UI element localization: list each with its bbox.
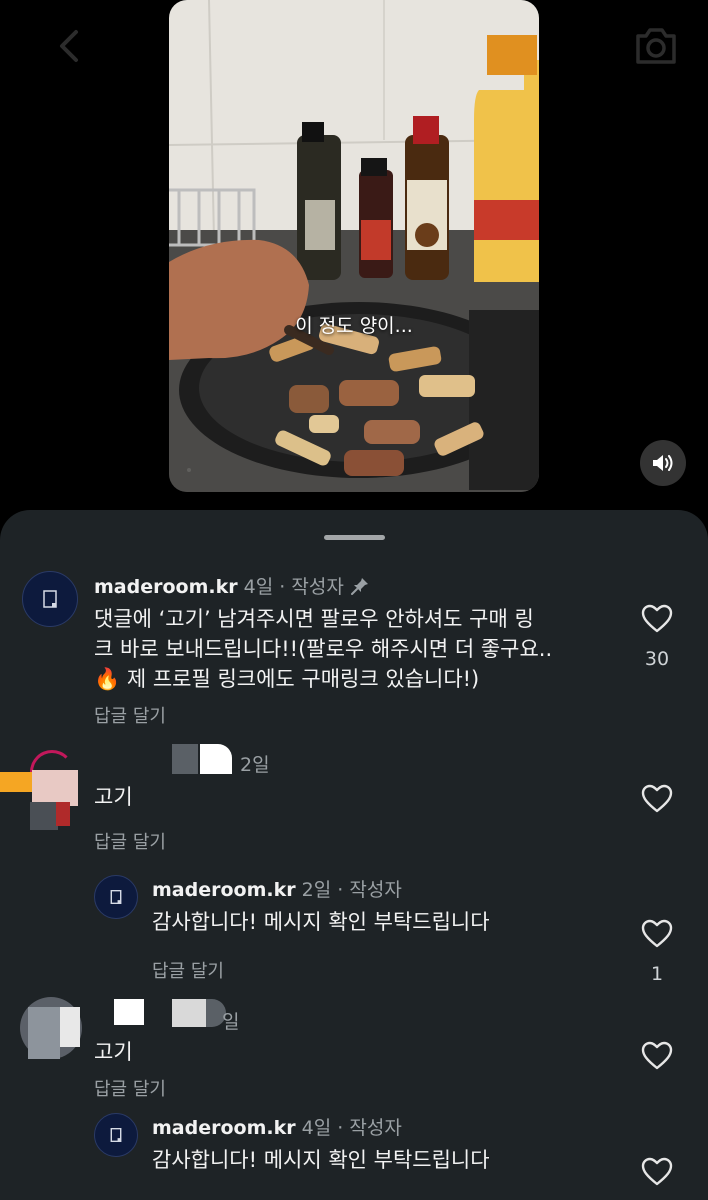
back-button[interactable] — [54, 28, 84, 64]
comment-meta: maderoom.kr 4일 · 작성자 — [152, 1113, 402, 1140]
speaker-icon — [653, 455, 673, 471]
redacted-username — [114, 999, 226, 1029]
video-caption: 이 정도 양이... — [295, 315, 413, 337]
username[interactable]: maderoom.kr — [152, 879, 296, 901]
comment-meta: 2일 — [240, 750, 270, 777]
heart-icon[interactable] — [641, 1157, 673, 1187]
heart-icon[interactable] — [641, 604, 673, 634]
cooking-video-frame — [169, 0, 539, 492]
camera-button[interactable] — [632, 24, 680, 66]
separator-dot: · — [337, 1117, 344, 1139]
separator-dot: · — [279, 576, 286, 598]
avatar[interactable] — [94, 1113, 138, 1157]
author-label: 작성자 — [349, 1117, 402, 1139]
reply-button[interactable]: 답글 달기 — [94, 702, 166, 728]
author-label: 작성자 — [349, 879, 402, 901]
reply-button[interactable]: 답글 달기 — [94, 828, 166, 854]
comment-meta: maderoom.kr 2일 · 작성자 — [152, 875, 402, 902]
mute-button[interactable] — [640, 440, 686, 486]
avatar[interactable] — [22, 571, 78, 627]
brand-logo-icon — [110, 1128, 122, 1142]
comment-text: 고기 — [94, 1040, 133, 1064]
camera-icon — [636, 28, 676, 64]
comment-item: 일 고기 답글 달기 — [0, 985, 708, 1100]
like-count: 30 — [644, 648, 670, 670]
comment-time: 일 — [222, 1011, 240, 1033]
pin-icon — [350, 578, 368, 595]
comment-time: 4일 — [243, 576, 274, 598]
reply-item: maderoom.kr 4일 · 작성자 감사합니다! 메시지 확인 부탁드립니… — [0, 1095, 708, 1200]
video-player[interactable]: 이 정도 양이... — [169, 0, 539, 492]
comment-time: 2일 — [301, 879, 332, 901]
username[interactable]: maderoom.kr — [152, 1117, 296, 1139]
comments-sheet[interactable]: maderoom.kr 4일 · 작성자 댓글에 ‘고기’ 남겨주시면 팔로우 … — [0, 510, 708, 1200]
separator-dot: · — [337, 879, 344, 901]
username[interactable]: maderoom.kr — [94, 576, 238, 598]
reply-button[interactable]: 답글 달기 — [152, 957, 224, 983]
heart-icon[interactable] — [641, 784, 673, 814]
avatar[interactable] — [94, 875, 138, 919]
comment-text: 감사합니다! 메시지 확인 부탁드립니다 — [152, 1148, 490, 1172]
video-area: 이 정도 양이... — [0, 0, 708, 510]
like-count: 1 — [650, 963, 664, 985]
chevron-left-icon — [60, 30, 78, 62]
brand-logo-icon — [110, 890, 122, 904]
comment-text: 댓글에 ‘고기’ 남겨주시면 팔로우 안하셔도 구매 링 크 바로 보내드립니다… — [94, 604, 634, 694]
reply-item: maderoom.kr 2일 · 작성자 감사합니다! 메시지 확인 부탁드립니… — [0, 855, 708, 985]
author-label: 작성자 — [291, 576, 344, 598]
redacted-username — [172, 744, 232, 774]
comment-text-line: 댓글에 ‘고기’ 남겨주시면 팔로우 안하셔도 구매 링 — [94, 607, 534, 631]
comment-text-line: 🔥 제 프로필 링크에도 구매링크 있습니다!) — [94, 667, 480, 691]
comment-item: maderoom.kr 4일 · 작성자 댓글에 ‘고기’ 남겨주시면 팔로우 … — [0, 510, 708, 730]
heart-icon[interactable] — [641, 1041, 673, 1071]
comment-meta: 일 — [222, 1007, 239, 1034]
comment-text: 고기 — [94, 785, 133, 809]
brand-logo-icon — [43, 590, 57, 608]
redacted-avatar — [20, 997, 84, 1059]
comment-text: 감사합니다! 메시지 확인 부탁드립니다 — [152, 910, 490, 934]
comment-meta: maderoom.kr 4일 · 작성자 — [94, 572, 370, 599]
comment-text-line: 크 바로 보내드립니다!!(팔로우 해주시면 더 좋구요.. — [94, 637, 553, 661]
comment-time: 4일 — [301, 1117, 332, 1139]
redacted-avatar — [0, 750, 82, 830]
comment-item: 2일 고기 답글 달기 — [0, 730, 708, 855]
comment-time: 2일 — [240, 754, 270, 776]
heart-icon[interactable] — [641, 919, 673, 949]
